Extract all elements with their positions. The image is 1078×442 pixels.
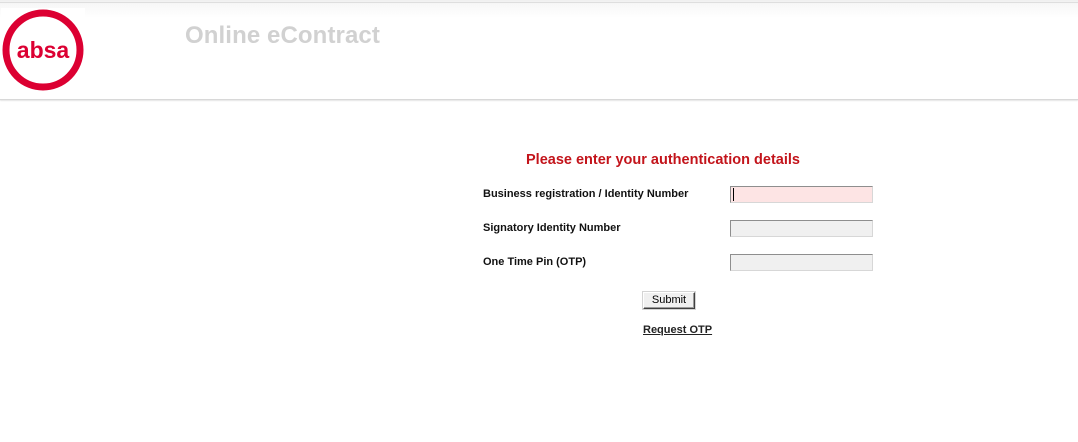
submit-button[interactable]: Submit [643,292,695,309]
header-bar: absa Online eContract [0,0,1078,100]
signatory-id-label: Signatory Identity Number [483,222,621,234]
page: absa Online eContract Please enter your … [0,0,1078,442]
business-registration-input[interactable] [730,186,873,203]
text-cursor [733,188,734,201]
logo-text: absa [17,37,70,63]
header-divider [0,2,1078,3]
otp-input[interactable] [730,254,873,271]
otp-label: One Time Pin (OTP) [483,256,587,268]
signatory-id-input[interactable] [730,220,873,237]
business-registration-label: Business registration / Identity Number [483,188,689,200]
form-heading: Please enter your authentication details [526,152,800,168]
request-otp-link[interactable]: Request OTP [643,324,712,336]
app-title: Online eContract [185,22,380,49]
absa-logo: absa [1,8,85,92]
